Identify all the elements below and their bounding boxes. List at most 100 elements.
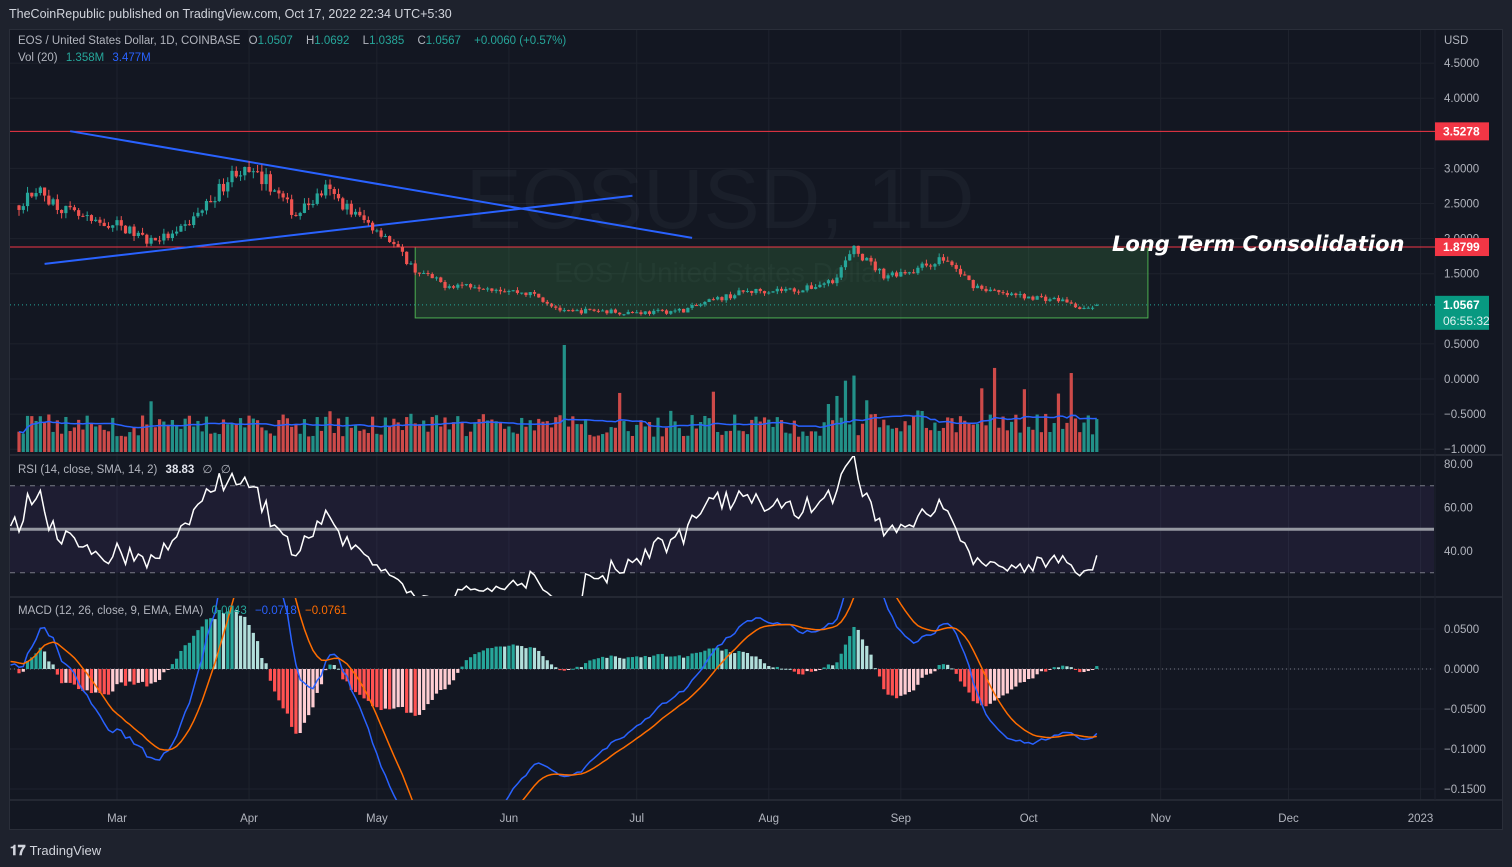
candle-body (72, 207, 76, 211)
macd-histogram-bar (758, 659, 762, 669)
volume-bar (494, 421, 498, 452)
volume-bar (643, 426, 647, 452)
volume-bar (17, 431, 21, 452)
macd-histogram-bar (660, 653, 664, 669)
time-axis-label: Nov (1150, 813, 1171, 825)
candle-body (196, 212, 200, 217)
candle-body (183, 224, 187, 226)
volume-bar (754, 416, 758, 452)
macd-histogram-bar (192, 635, 196, 669)
macd-histogram-bar (694, 652, 698, 669)
volume-bar (1010, 421, 1014, 452)
macd-histogram-bar (477, 652, 481, 669)
candle-body (669, 311, 673, 314)
tradingview-logo[interactable]: 𝟏𝟕 TradingView (10, 842, 101, 859)
volume-bar (456, 416, 460, 452)
candle-body (1086, 307, 1090, 309)
volume-bar (400, 430, 405, 452)
volume-bar (379, 434, 383, 452)
volume-bar (532, 430, 537, 452)
macd-histogram-bar (234, 609, 238, 669)
macd-histogram-bar (635, 656, 639, 669)
volume-ma-value: 3.477M (112, 52, 151, 64)
volume-bar (85, 415, 89, 452)
volume-bar (975, 423, 980, 452)
candle-body (613, 309, 618, 313)
volume-bar (426, 431, 430, 452)
candle-body (439, 277, 443, 283)
volume-bar (933, 422, 937, 452)
chart-canvas[interactable]: Mar Apr May Jun Jul Aug Sep Oct Nov Dec 2023 4.5000… (0, 0, 1512, 867)
volume-bar (613, 427, 618, 452)
macd-histogram-bar (243, 616, 247, 669)
volume-bar (886, 425, 890, 452)
candle-body (554, 306, 558, 308)
volume-bar (285, 418, 289, 452)
candle-body (618, 312, 622, 315)
volume-bar (528, 420, 532, 452)
macd-histogram-bar (498, 646, 502, 669)
macd-axis-tick: 0.0000 (1444, 664, 1479, 676)
macd-histogram-bar (1001, 669, 1005, 696)
volume-bar (1027, 426, 1031, 452)
macd-histogram-bar (140, 669, 145, 682)
candle-body (890, 272, 894, 276)
macd-histogram-bar (417, 669, 422, 715)
macd-histogram-bar (865, 645, 869, 669)
macd-histogram-bar (1005, 669, 1009, 694)
macd-histogram-bar (290, 669, 294, 727)
candle-body (865, 257, 869, 261)
candle-body (1027, 296, 1031, 299)
volume-bar (55, 420, 59, 452)
candle-body (277, 190, 281, 194)
macd-histogram-bar (175, 658, 179, 669)
macd-histogram-bar (221, 612, 226, 669)
macd-histogram-bar (575, 666, 579, 669)
candle-body (626, 311, 630, 315)
candle-body (64, 205, 68, 214)
candle-body (383, 236, 387, 238)
volume-bar (486, 420, 490, 452)
volume-bar (656, 417, 660, 452)
macd-histogram-bar (852, 626, 856, 669)
candle-body (584, 308, 588, 314)
macd-label: MACD (12, 26, close, 9, EMA, EMA) (18, 605, 204, 617)
macd-histogram-bar (907, 669, 911, 693)
macd-histogram-bar (460, 666, 464, 669)
macd-histogram-bar (941, 664, 946, 669)
candle-body (413, 263, 417, 273)
candle-body (745, 290, 750, 292)
macd-histogram-bar (745, 653, 750, 669)
candle-body (68, 205, 72, 208)
volume-bar (903, 421, 907, 452)
candle-body (1078, 307, 1082, 310)
volume-bar (460, 421, 464, 452)
volume-bar (204, 416, 209, 452)
candle-body (486, 288, 490, 290)
volume-bar (882, 419, 886, 452)
candle-body (221, 183, 226, 192)
volume-bar (924, 427, 928, 452)
candle-body (601, 310, 605, 312)
volume-bar (767, 419, 771, 452)
candle-body (132, 226, 136, 237)
candle-body (894, 272, 899, 277)
last-price-label: 1.0567 (1443, 298, 1480, 312)
macd-histogram-bar (1018, 669, 1022, 683)
volume-bar (562, 345, 566, 452)
candle-body (997, 290, 1001, 293)
volume-bar (132, 427, 136, 452)
candle-body (758, 288, 762, 292)
macd-histogram-bar (1010, 669, 1014, 690)
candle-body (801, 290, 805, 293)
candle-body (1039, 296, 1044, 298)
macd-histogram-bar (51, 664, 55, 669)
volume-bar (1048, 432, 1052, 452)
volume-bar (1090, 434, 1095, 452)
macd-histogram-bar (379, 669, 383, 711)
rsi-axis-tick: 40.00 (1444, 546, 1473, 558)
volume-bar (264, 430, 268, 452)
volume-bar (745, 434, 750, 452)
macd-histogram-bar (430, 669, 434, 700)
candle-body (47, 195, 51, 205)
